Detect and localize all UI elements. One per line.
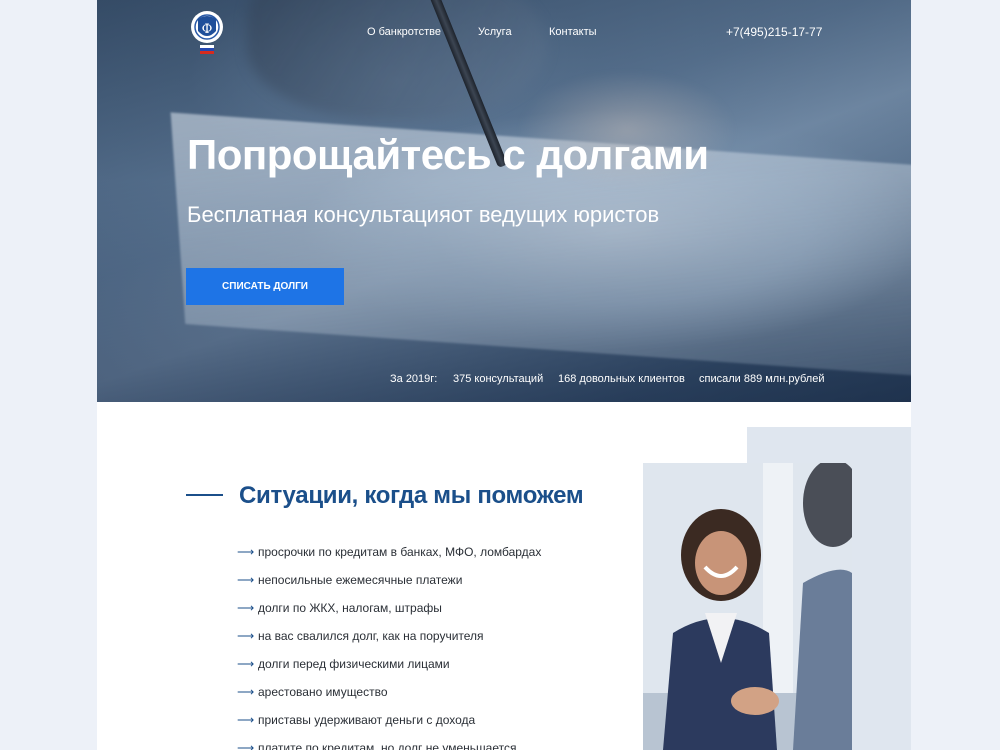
consultation-photo <box>643 463 852 750</box>
list-item: ⟶ долги по ЖКХ, налогам, штрафы <box>237 594 541 622</box>
list-item: ⟶ платите по кредитам, но долг не уменьша… <box>237 734 541 750</box>
stats-clients: 168 довольных клиентов <box>558 373 685 385</box>
hero-title: Попрощайтесь с долгами <box>187 131 709 178</box>
list-item-text: на вас свалился долг, как на поручителя <box>258 629 484 643</box>
list-item-text: платите по кредитам, но долг не уменьшае… <box>258 741 517 750</box>
arrow-right-icon: ⟶ <box>237 573 255 587</box>
arrow-right-icon: ⟶ <box>237 545 255 559</box>
handshake-photo-illustration <box>643 463 852 750</box>
stats-consultations: 375 консультаций <box>453 373 544 385</box>
hero-subtitle: Бесплатная консультацияот ведущих юристо… <box>187 202 660 227</box>
landing-page: Ф О банкротстве Услуга Контакты +7(495)2… <box>97 0 911 750</box>
hero-section: Ф О банкротстве Услуга Контакты +7(495)2… <box>97 0 911 402</box>
nav-link-contacts[interactable]: Контакты <box>549 26 619 38</box>
phone-link[interactable]: +7(495)215-17-77 <box>726 26 822 38</box>
list-item: ⟶ долги перед физическими лицами <box>237 650 541 678</box>
write-off-debts-button[interactable]: СПИСАТЬ ДОЛГИ <box>186 268 344 305</box>
logo-emblem-icon: Ф <box>191 11 223 54</box>
arrow-right-icon: ⟶ <box>237 685 255 699</box>
arrow-right-icon: ⟶ <box>237 629 255 643</box>
list-item-text: долги перед физическими лицами <box>258 657 450 671</box>
list-item: ⟶ арестовано имущество <box>237 678 541 706</box>
list-item-text: арестовано имущество <box>258 685 388 699</box>
list-item-text: долги по ЖКХ, налогам, штрафы <box>258 601 442 615</box>
list-item: ⟶ непосильные ежемесячные платежи <box>237 566 541 594</box>
arrow-right-icon: ⟶ <box>237 741 255 750</box>
situations-title: Ситуации, когда мы поможем <box>239 482 584 509</box>
list-item: ⟶ приставы удерживают деньги с дохода <box>237 706 541 734</box>
hero-photo-sleeve <box>247 0 547 120</box>
arrow-right-icon: ⟶ <box>237 657 255 671</box>
list-item-text: просрочки по кредитам в банках, МФО, лом… <box>258 545 542 559</box>
list-item: ⟶ просрочки по кредитам в банках, МФО, ло… <box>237 538 541 566</box>
stats-year-label: За 2019г: <box>390 373 438 385</box>
list-item-text: непосильные ежемесячные платежи <box>258 573 463 587</box>
arrow-right-icon: ⟶ <box>237 713 255 727</box>
svg-text:Ф: Ф <box>202 22 213 37</box>
logo-emblem[interactable]: Ф <box>190 7 224 55</box>
section-title-line <box>186 494 223 496</box>
situations-list: ⟶ просрочки по кредитам в банках, МФО, ло… <box>237 538 541 750</box>
list-item: ⟶ на вас свалился долг, как на поручителя <box>237 622 541 650</box>
arrow-right-icon: ⟶ <box>237 601 255 615</box>
nav-link-about-bankruptcy[interactable]: О банкротстве <box>367 26 457 38</box>
stats-written-off: списали 889 млн.рублей <box>699 373 825 385</box>
list-item-text: приставы удерживают деньги с дохода <box>258 713 476 727</box>
nav-link-service[interactable]: Услуга <box>478 26 528 38</box>
